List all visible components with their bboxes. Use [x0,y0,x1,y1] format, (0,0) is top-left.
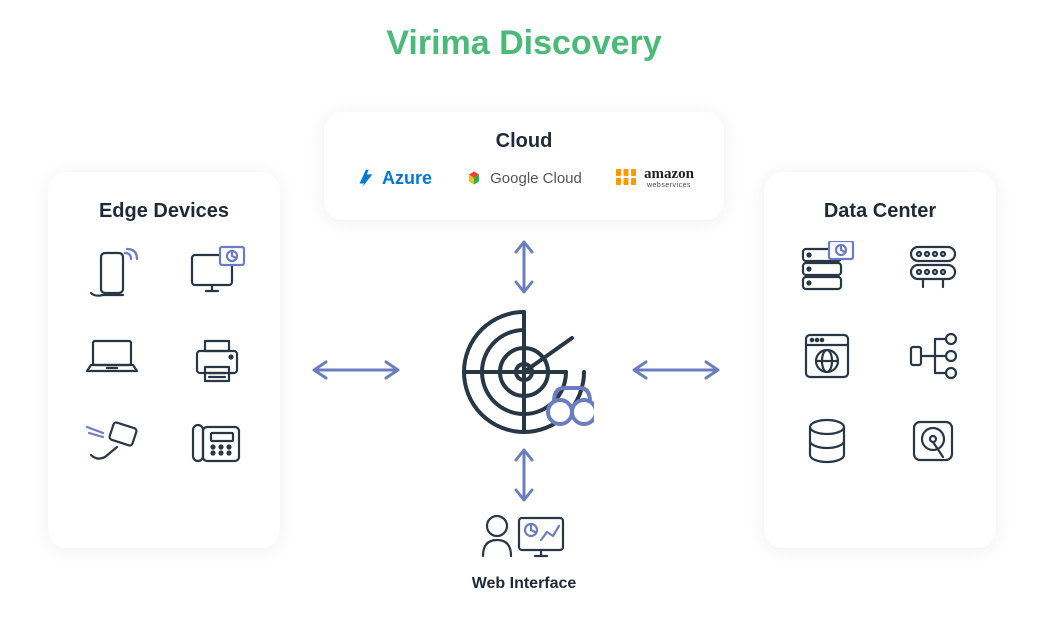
cloud-providers: Azure Google Cloud amazon webservices [348,167,700,189]
datacenter-title: Data Center [788,200,972,223]
gcp-icon [464,168,484,188]
database-icon [804,417,850,465]
arrow-up-icon [507,236,541,298]
arrow-right-icon [626,353,726,387]
edge-title: Edge Devices [72,200,256,223]
user-dashboard-icon [479,512,569,564]
office-phone-icon [189,419,245,467]
aws-label-top: amazon [644,167,694,182]
mobile-phone-icon [85,245,139,303]
web-interface: Web Interface [0,512,1048,593]
arrow-down-icon [507,444,541,506]
aws-logo: amazon webservices [614,167,694,189]
gcp-logo: Google Cloud [464,168,582,188]
edge-panel: Edge Devices [48,172,280,548]
cloud-title: Cloud [348,130,700,153]
datacenter-panel: Data Center [764,172,996,548]
barcode-scanner-icon [83,419,141,465]
gcp-label: Google Cloud [490,170,582,187]
web-interface-label: Web Interface [0,575,1048,593]
storage-disk-icon [909,417,957,465]
discovery-radar [454,302,594,442]
desktop-monitor-icon [186,245,248,301]
azure-logo: Azure [354,167,432,189]
page-title: Virima Discovery [0,24,1048,63]
aws-icon [614,167,638,189]
azure-icon [354,167,376,189]
arrow-left-icon [306,353,406,387]
server-stack-icon [797,241,857,295]
cloud-panel: Cloud Azure Google Cloud amazon webservi… [324,112,724,220]
web-app-icon [802,331,852,381]
aws-label-bottom: webservices [647,182,691,189]
radar-icon [454,302,594,442]
laptop-icon [83,337,141,379]
server-rack-icon [905,241,961,291]
azure-label: Azure [382,168,432,189]
network-topology-icon [907,331,959,381]
printer-icon [189,337,245,385]
